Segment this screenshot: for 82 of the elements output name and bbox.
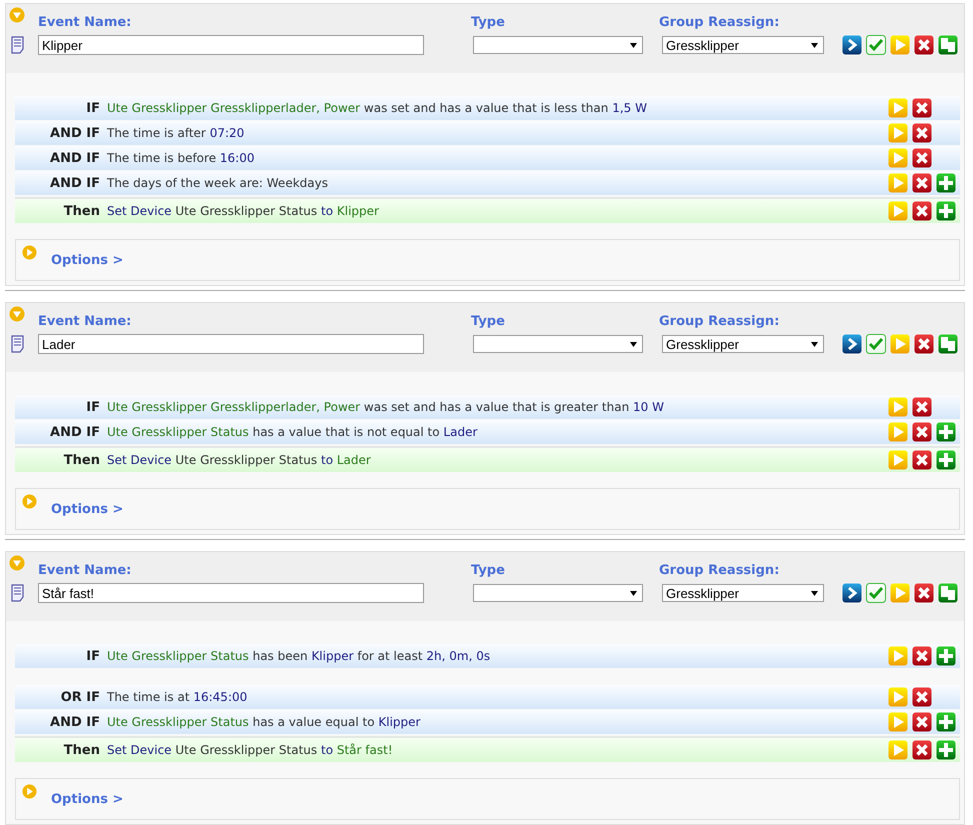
options-link[interactable]: Options > [51, 792, 124, 806]
delete-icon[interactable] [912, 397, 932, 417]
event-name-field[interactable]: Lader [38, 334, 424, 354]
type-dropdown[interactable] [473, 584, 643, 602]
group-dropdown[interactable]: Gressklipper [662, 335, 824, 353]
add-icon[interactable] [936, 740, 956, 760]
add-icon[interactable] [936, 712, 956, 732]
check-icon[interactable] [866, 35, 886, 55]
condition-text: The time is at 16:45:00 [107, 690, 248, 704]
field-label: Type [471, 15, 506, 30]
condition-text: The time is after 07:20 [107, 126, 246, 140]
row-keyword: Then [62, 204, 101, 218]
row-keyword: AND IF [49, 176, 101, 190]
row-keyword: OR IF [60, 690, 101, 704]
type-dropdown[interactable] [473, 335, 643, 353]
copy-icon[interactable] [938, 583, 958, 603]
condition-text: The time is before 16:00 [107, 151, 256, 165]
group-dropdown[interactable]: Gressklipper [662, 36, 824, 54]
condition-text: Ute Gressklipper Status has been Klipper for at least 2h, 0m, 0s [107, 649, 492, 663]
field-label: Group Reassign: [659, 314, 780, 329]
delete-icon[interactable] [912, 450, 932, 470]
delete-icon[interactable] [914, 583, 934, 603]
caret-icon [811, 42, 818, 48]
caret-icon [630, 42, 637, 48]
field-label: Event Name: [38, 314, 132, 329]
field-label: Group Reassign: [659, 563, 780, 578]
next-icon[interactable] [842, 334, 862, 354]
caret-icon [811, 590, 818, 596]
row-keyword: IF [85, 648, 101, 664]
check-icon[interactable] [866, 334, 886, 354]
caret-icon [630, 590, 637, 596]
delete-icon[interactable] [912, 712, 932, 732]
delete-icon[interactable] [912, 646, 932, 666]
delete-icon[interactable] [912, 740, 932, 760]
row-keyword: IF [85, 100, 101, 116]
action-text: Set Device Ute Gressklipper Status to Klipper [107, 204, 380, 218]
delete-icon[interactable] [912, 98, 932, 118]
options-link[interactable]: Options > [51, 252, 124, 268]
condition-text: Ute Gressklipper Gressklipperlader, Power was set and has a value that is greater than 10 W [107, 400, 665, 414]
delete-icon[interactable] [912, 173, 932, 193]
row-keyword: AND IF [49, 126, 101, 140]
row-keyword: AND IF [49, 150, 101, 166]
field-label: Type [471, 314, 506, 329]
add-icon[interactable] [936, 173, 956, 193]
field-label: Event Name: [38, 15, 132, 30]
action-text: Set Device Ute Gressklipper Status to Står fast! [107, 743, 394, 757]
row-keyword: AND IF [49, 424, 101, 440]
caret-icon [811, 342, 818, 346]
check-icon[interactable] [866, 583, 886, 603]
condition-text: Ute Gressklipper Status has a value equal to Klipper [107, 715, 422, 729]
field-label: Group Reassign: [659, 15, 780, 30]
copy-icon[interactable] [938, 334, 958, 354]
row-keyword: IF [85, 400, 101, 414]
row-keyword: AND IF [49, 714, 101, 730]
copy-icon[interactable] [938, 35, 958, 55]
add-icon[interactable] [936, 450, 956, 470]
caret-icon [630, 342, 637, 346]
event-name-field[interactable]: Klipper [38, 35, 424, 55]
event-name-field[interactable]: Står fast! [38, 583, 424, 603]
delete-icon[interactable] [912, 148, 932, 168]
delete-icon[interactable] [912, 201, 932, 221]
delete-icon[interactable] [914, 334, 934, 354]
row-keyword: Then [62, 452, 101, 468]
field-label: Type [471, 563, 506, 578]
add-icon[interactable] [936, 201, 956, 221]
type-dropdown[interactable] [473, 36, 643, 54]
group-dropdown[interactable]: Gressklipper [662, 584, 824, 602]
delete-icon[interactable] [912, 422, 932, 442]
condition-text: Ute Gressklipper Gressklipperlader, Power was set and has a value that is less than 1,5 W [107, 101, 648, 115]
next-icon[interactable] [842, 35, 862, 55]
condition-text: Ute Gressklipper Status has a value that is not equal to Lader [107, 425, 478, 439]
row-keyword: Then [62, 742, 101, 758]
action-text: Set Device Ute Gressklipper Status to Lader [107, 453, 372, 467]
delete-icon[interactable] [912, 123, 932, 143]
options-link[interactable]: Options > [51, 502, 124, 516]
delete-icon[interactable] [912, 687, 932, 707]
field-label: Event Name: [38, 563, 132, 578]
delete-icon[interactable] [914, 35, 934, 55]
add-icon[interactable] [936, 422, 956, 442]
add-icon[interactable] [936, 646, 956, 666]
condition-text: The days of the week are: Weekdays [107, 176, 329, 190]
next-icon[interactable] [842, 583, 862, 603]
